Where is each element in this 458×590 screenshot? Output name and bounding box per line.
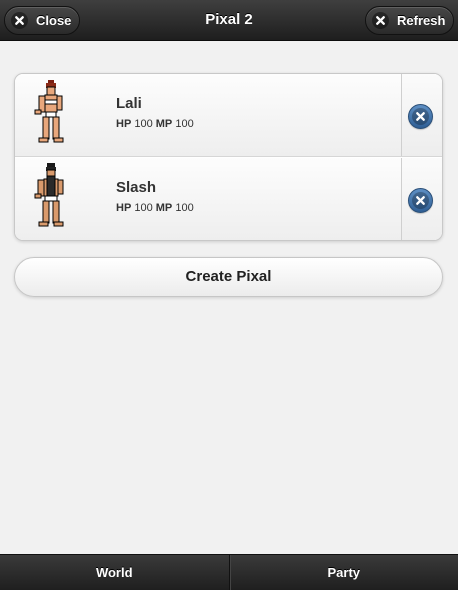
delete-pixal-button[interactable]	[401, 74, 442, 156]
close-button[interactable]: Close	[4, 6, 80, 35]
close-icon	[372, 12, 389, 29]
close-button-label: Close	[36, 13, 72, 28]
hp-value: 100	[134, 118, 153, 130]
delete-button-circle	[408, 188, 433, 213]
mp-label: MP	[155, 202, 173, 214]
app-screen: Pixal 2 Close Refresh Lali HP 100 MP 100…	[0, 0, 458, 590]
mp-value: 100	[175, 118, 194, 130]
delete-pixal-button[interactable]	[401, 158, 442, 240]
hp-label: HP	[116, 118, 132, 130]
header-bar: Pixal 2 Close Refresh	[0, 0, 458, 41]
pixal-name: Lali	[116, 95, 142, 112]
mp-value: 100	[175, 202, 194, 214]
list-item[interactable]: Slash HP 100 MP 100	[15, 158, 442, 240]
female-fighter-sprite	[34, 80, 64, 143]
pixal-list: Lali HP 100 MP 100 Slash HP 100 MP 100	[14, 73, 443, 241]
delete-button-circle	[408, 104, 433, 129]
refresh-button[interactable]: Refresh	[365, 6, 454, 35]
pixal-stats: HP 100 MP 100	[116, 118, 194, 130]
hp-label: HP	[116, 202, 132, 214]
male-fighter-sprite	[34, 163, 64, 227]
close-icon	[412, 192, 429, 209]
create-pixal-button[interactable]: Create Pixal	[14, 257, 443, 297]
close-icon	[412, 108, 429, 125]
mp-label: MP	[155, 118, 173, 130]
close-icon	[11, 12, 28, 29]
refresh-button-label: Refresh	[397, 13, 446, 28]
nav-item-party[interactable]: Party	[230, 555, 458, 590]
nav-item-world[interactable]: World	[0, 555, 230, 590]
hp-value: 100	[134, 202, 153, 214]
pixal-stats: HP 100 MP 100	[116, 202, 194, 214]
pixal-name: Slash	[116, 179, 157, 196]
footer-nav: World Party	[0, 554, 458, 590]
list-item[interactable]: Lali HP 100 MP 100	[15, 74, 442, 157]
